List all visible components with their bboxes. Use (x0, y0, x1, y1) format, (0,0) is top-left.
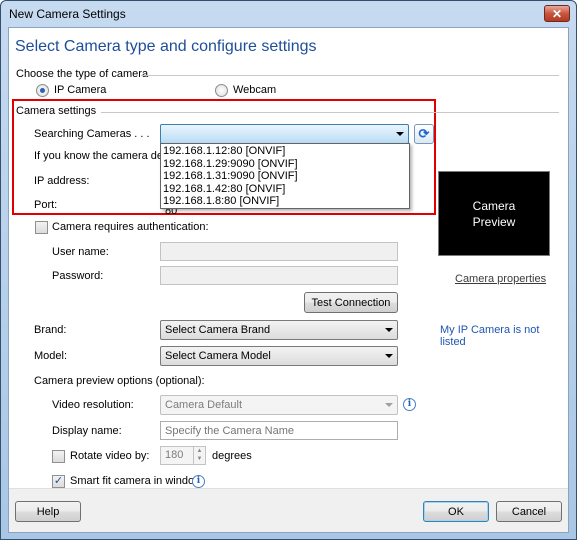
model-label: Model: (34, 350, 68, 362)
username-input[interactable] (160, 242, 398, 261)
dropdown-item[interactable]: 192.168.1.31:9090 [ONVIF] (163, 170, 407, 183)
preview-options-label: Camera preview options (optional): (34, 375, 205, 387)
degrees-label: degrees (212, 450, 252, 462)
hint-text: If you know the camera detai (34, 150, 175, 162)
rotate-checkbox[interactable] (52, 450, 65, 463)
chevron-down-icon (385, 403, 393, 407)
rotate-stepper[interactable]: 180 ▲ ▼ (160, 446, 206, 465)
stepper-arrows[interactable]: ▲ ▼ (193, 447, 205, 464)
camera-preview: Camera Preview (438, 171, 550, 256)
dropdown-item[interactable]: 192.168.1.8:80 [ONVIF] (163, 195, 407, 208)
info-icon[interactable]: i (192, 475, 205, 488)
display-name-input[interactable] (160, 421, 398, 440)
info-icon[interactable]: i (403, 398, 416, 411)
ip-camera-label: IP Camera (54, 84, 107, 96)
video-resolution-label: Video resolution: (52, 399, 134, 411)
not-listed-link[interactable]: My IP Camera is not listed (440, 324, 568, 348)
dialog-window: New Camera Settings ✕ Select Camera type… (0, 0, 577, 540)
close-icon: ✕ (551, 6, 563, 21)
test-connection-button[interactable]: Test Connection (304, 292, 398, 313)
camera-search-combo[interactable] (160, 124, 409, 144)
group-divider (101, 112, 559, 113)
refresh-icon: ⟳ (418, 126, 430, 141)
chevron-down-icon (385, 328, 393, 332)
searching-cameras-label: Searching Cameras . . . (34, 128, 150, 140)
camera-dropdown-list: 192.168.1.12:80 [ONVIF] 192.168.1.29:909… (160, 143, 410, 209)
close-button[interactable]: ✕ (544, 5, 570, 22)
cancel-button[interactable]: Cancel (496, 501, 562, 522)
page-title: Select Camera type and configure setting… (15, 38, 317, 55)
dialog-footer: Help OK Cancel (9, 488, 568, 532)
smart-fit-checkbox[interactable]: ✓ (52, 475, 65, 488)
help-button[interactable]: Help (15, 501, 81, 522)
refresh-button[interactable]: ⟳ (414, 124, 434, 144)
password-label: Password: (52, 270, 104, 282)
password-input[interactable] (160, 266, 398, 285)
camera-settings-group-label: Camera settings (16, 105, 97, 117)
group-divider (141, 75, 559, 76)
camera-type-group-label: Choose the type of camera (16, 68, 149, 80)
ok-button[interactable]: OK (423, 501, 489, 522)
ip-camera-radio[interactable] (36, 84, 49, 97)
model-combo[interactable]: Select Camera Model (160, 346, 398, 366)
webcam-radio[interactable] (215, 84, 228, 97)
brand-combo[interactable]: Select Camera Brand (160, 320, 398, 340)
window-title: New Camera Settings (9, 7, 126, 21)
camera-properties-link[interactable]: Camera properties (455, 273, 546, 285)
title-bar: New Camera Settings ✕ (1, 1, 576, 27)
port-label: Port: (34, 199, 58, 211)
display-name-label: Display name: (52, 425, 122, 437)
auth-checkbox[interactable] (35, 221, 48, 234)
ip-address-label: IP address: (34, 175, 90, 187)
dropdown-item[interactable]: 192.168.1.12:80 [ONVIF] (163, 145, 407, 158)
chevron-down-icon (385, 354, 393, 358)
dialog-client: Select Camera type and configure setting… (8, 27, 569, 533)
dropdown-item[interactable]: 192.168.1.29:9090 [ONVIF] (163, 158, 407, 171)
video-resolution-combo[interactable]: Camera Default (160, 395, 398, 415)
brand-label: Brand: (34, 324, 67, 336)
rotate-label: Rotate video by: (70, 450, 150, 462)
webcam-label: Webcam (233, 84, 277, 96)
dropdown-item[interactable]: 192.168.1.42:80 [ONVIF] (163, 183, 407, 196)
smart-fit-label: Smart fit camera in window (70, 475, 203, 487)
auth-label: Camera requires authentication: (52, 221, 209, 233)
username-label: User name: (52, 246, 109, 258)
chevron-down-icon (396, 132, 404, 136)
